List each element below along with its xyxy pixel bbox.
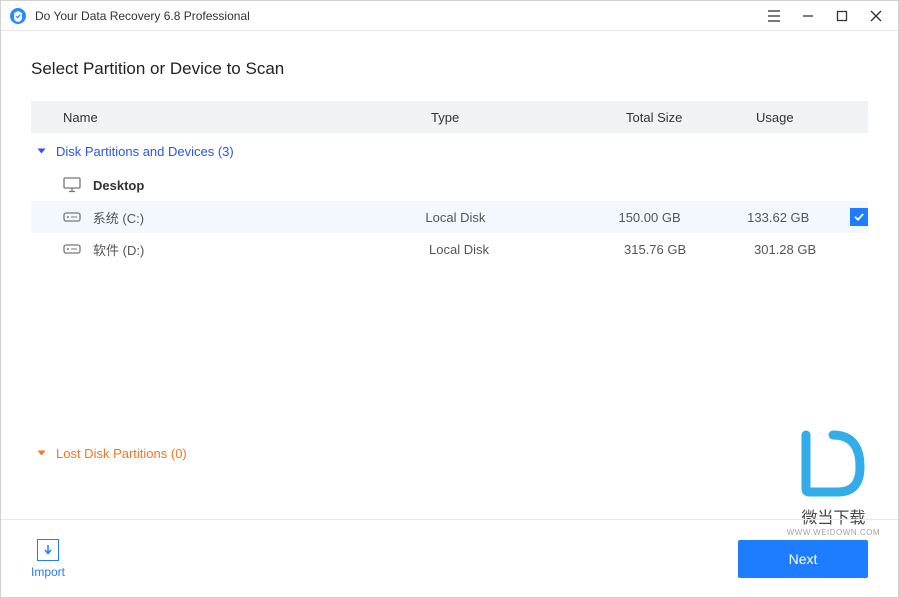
table-header: Name Type Total Size Usage [31, 101, 868, 133]
device-row-desktop[interactable]: Desktop [31, 169, 868, 201]
group-lost-title: Lost Disk Partitions (0) [56, 446, 187, 461]
column-total-size: Total Size [626, 110, 756, 125]
device-name: 系统 (C:) [93, 208, 426, 227]
import-label: Import [31, 565, 65, 579]
device-size: 150.00 GB [618, 210, 747, 225]
device-type: Local Disk [425, 210, 618, 225]
disk-icon [61, 238, 83, 260]
device-type: Local Disk [429, 242, 624, 257]
selected-checkmark-icon[interactable] [850, 208, 868, 226]
menu-button[interactable] [766, 8, 782, 24]
next-label: Next [789, 551, 818, 567]
column-type: Type [431, 110, 626, 125]
device-usage: 301.28 GB [754, 242, 854, 257]
device-row-c[interactable]: 系统 (C:) Local Disk 150.00 GB 133.62 GB [31, 201, 868, 233]
page-title: Select Partition or Device to Scan [31, 59, 868, 79]
expand-icon [38, 451, 46, 456]
import-button[interactable]: Import [31, 539, 65, 579]
device-usage: 133.62 GB [747, 210, 846, 225]
group-partitions-title: Disk Partitions and Devices (3) [56, 144, 234, 159]
minimize-button[interactable] [800, 8, 816, 24]
device-size: 315.76 GB [624, 242, 754, 257]
group-partitions-header[interactable]: Disk Partitions and Devices (3) [31, 133, 868, 169]
desktop-icon [61, 174, 83, 196]
device-name: 软件 (D:) [93, 240, 429, 259]
disk-icon [61, 206, 83, 228]
footer: Import Next [1, 519, 898, 597]
device-row-d[interactable]: 软件 (D:) Local Disk 315.76 GB 301.28 GB [31, 233, 868, 265]
expand-icon [38, 149, 46, 154]
group-lost-header[interactable]: Lost Disk Partitions (0) [31, 435, 868, 471]
device-name: Desktop [93, 178, 429, 193]
maximize-button[interactable] [834, 8, 850, 24]
content-area: Select Partition or Device to Scan Name … [1, 31, 898, 471]
window-controls [766, 8, 890, 24]
column-name: Name [63, 110, 431, 125]
column-usage: Usage [756, 110, 856, 125]
next-button[interactable]: Next [738, 540, 868, 578]
app-icon [9, 7, 27, 25]
close-button[interactable] [868, 8, 884, 24]
import-icon [37, 539, 59, 561]
window-title: Do Your Data Recovery 6.8 Professional [35, 9, 766, 23]
title-bar: Do Your Data Recovery 6.8 Professional [1, 1, 898, 31]
